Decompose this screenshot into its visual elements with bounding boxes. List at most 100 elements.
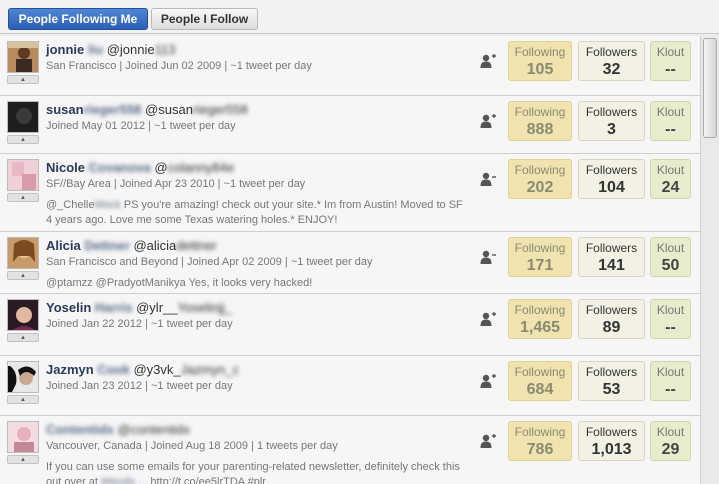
user-name-line: jonnie liu @jonnie113 bbox=[46, 42, 175, 57]
following-label: Following bbox=[514, 425, 566, 439]
following-label: Following bbox=[514, 105, 566, 119]
latest-tweet: @ptamzz @PradyotManikya Yes, it looks ve… bbox=[46, 276, 476, 291]
klout-score-box: Klout -- bbox=[650, 101, 691, 141]
user-name-line: Nicole Covanova @colanny84e bbox=[46, 160, 234, 175]
following-count: 105 bbox=[526, 61, 554, 78]
avatar[interactable] bbox=[7, 361, 39, 393]
user-handle[interactable]: @susan bbox=[145, 102, 193, 117]
avatar-expand-toggle[interactable]: ▲ bbox=[7, 135, 39, 144]
user-handle[interactable]: @y3vk_ bbox=[133, 362, 180, 377]
display-name-blurred: Covanova bbox=[88, 160, 151, 175]
avatar[interactable] bbox=[7, 299, 39, 331]
tweet-text: If you can use some emails for your pare… bbox=[46, 461, 460, 473]
avatar-expand-toggle[interactable]: ▲ bbox=[7, 75, 39, 84]
add-user-icon[interactable] bbox=[479, 373, 497, 389]
add-user-icon[interactable] bbox=[479, 433, 497, 449]
followers-count: 141 bbox=[598, 257, 625, 274]
followers-count: 3 bbox=[607, 121, 616, 138]
display-name[interactable]: Alicia bbox=[46, 238, 81, 253]
avatar[interactable] bbox=[7, 101, 39, 133]
user-row: ▲ Alicia Dettner @aliciadettner San Fran… bbox=[0, 232, 700, 294]
tab-bar: People Following Me People I Follow bbox=[0, 0, 719, 34]
display-name[interactable]: Jazmyn bbox=[46, 362, 94, 377]
klout-label: Klout bbox=[656, 241, 685, 255]
user-name-line: susanrieger558 @susanrieger558 bbox=[46, 102, 248, 117]
following-count: 684 bbox=[526, 381, 554, 398]
avatar-expand-toggle[interactable]: ▲ bbox=[7, 333, 39, 342]
following-count: 171 bbox=[526, 257, 554, 274]
following-label: Following bbox=[514, 241, 566, 255]
tweet-text-blurred: Wendy bbox=[101, 476, 136, 484]
vertical-scrollbar[interactable] bbox=[700, 36, 719, 484]
display-name[interactable]: Yoselin bbox=[46, 300, 91, 315]
following-count-box: Following 171 bbox=[508, 237, 572, 277]
klout-score: -- bbox=[665, 121, 676, 138]
klout-score: 29 bbox=[661, 441, 680, 458]
klout-score-box: Klout -- bbox=[650, 299, 691, 339]
following-count: 786 bbox=[526, 441, 554, 458]
user-handle-blurred: rieger558 bbox=[192, 102, 248, 117]
tab-people-i-follow[interactable]: People I Follow bbox=[151, 8, 258, 30]
klout-score-box: Klout -- bbox=[650, 361, 691, 401]
user-name-line: Contentidx @contentidx bbox=[46, 422, 190, 437]
display-name[interactable]: Nicole bbox=[46, 160, 85, 175]
tweet-link[interactable]: ... http://t.co/ee5lrTDA #plr bbox=[135, 476, 266, 484]
avatar[interactable] bbox=[7, 421, 39, 453]
klout-label: Klout bbox=[656, 105, 685, 119]
add-user-icon[interactable] bbox=[479, 311, 497, 327]
user-handle-blurred: 113 bbox=[154, 42, 176, 57]
tweet-text-line2: 4 years ago. Love me some Texas watering… bbox=[46, 214, 338, 226]
avatar-expand-toggle[interactable]: ▲ bbox=[7, 395, 39, 404]
following-count-box: Following 684 bbox=[508, 361, 572, 401]
user-handle[interactable]: @jonnie bbox=[107, 42, 155, 57]
remove-user-icon[interactable] bbox=[479, 249, 497, 265]
followers-label: Followers bbox=[585, 425, 638, 439]
following-label: Following bbox=[514, 303, 566, 317]
display-name-blurred: Harris bbox=[94, 300, 133, 315]
avatar-expand-toggle[interactable]: ▲ bbox=[7, 193, 39, 202]
klout-score-box: Klout 29 bbox=[650, 421, 691, 461]
followers-count-box: Followers 53 bbox=[578, 361, 645, 401]
followers-count: 89 bbox=[602, 319, 621, 336]
avatar[interactable] bbox=[7, 159, 39, 191]
user-row: ▲ jonnie liu @jonnie113 San Francisco | … bbox=[0, 36, 700, 96]
add-user-icon[interactable] bbox=[479, 53, 497, 69]
klout-label: Klout bbox=[656, 303, 685, 317]
display-name-blurred: Contentidx bbox=[46, 422, 114, 437]
user-handle-blurred: dettner bbox=[176, 238, 217, 253]
klout-label: Klout bbox=[656, 45, 685, 59]
followers-count: 53 bbox=[602, 381, 621, 398]
user-row: ▲ Jazmyn Cook @y3vk_Jazmyn_c Joined Jan … bbox=[0, 356, 700, 416]
user-meta: Vancouver, Canada | Joined Aug 18 2009 |… bbox=[46, 440, 338, 452]
followers-label: Followers bbox=[585, 163, 638, 177]
tweet-mention[interactable]: @_Chelle bbox=[46, 199, 94, 211]
following-count: 888 bbox=[526, 121, 554, 138]
klout-score-box: Klout 24 bbox=[650, 159, 691, 199]
following-count-box: Following 105 bbox=[508, 41, 572, 81]
followers-label: Followers bbox=[585, 241, 638, 255]
followers-label: Followers bbox=[585, 303, 638, 317]
remove-user-icon[interactable] bbox=[479, 171, 497, 187]
avatar-expand-toggle[interactable]: ▲ bbox=[7, 271, 39, 280]
add-user-icon[interactable] bbox=[479, 113, 497, 129]
user-handle[interactable]: @alicia bbox=[133, 238, 176, 253]
scrollbar-thumb[interactable] bbox=[703, 38, 717, 138]
tab-people-following-me[interactable]: People Following Me bbox=[8, 8, 148, 30]
avatar[interactable] bbox=[7, 41, 39, 73]
user-name-line: Alicia Dettner @aliciadettner bbox=[46, 238, 217, 253]
user-handle[interactable]: @ylr__ bbox=[136, 300, 177, 315]
avatar-expand-toggle[interactable]: ▲ bbox=[7, 455, 39, 464]
user-meta: Joined Jan 23 2012 | ~1 tweet per day bbox=[46, 380, 233, 392]
klout-score: -- bbox=[665, 61, 676, 78]
latest-tweet: @_ChelleMock PS you're amazing! check ou… bbox=[46, 198, 476, 228]
display-name[interactable]: susan bbox=[46, 102, 84, 117]
user-handle-blurred: colanny84e bbox=[167, 160, 235, 175]
avatar[interactable] bbox=[7, 237, 39, 269]
user-meta: San Francisco | Joined Jun 02 2009 | ~1 … bbox=[46, 60, 312, 72]
user-handle[interactable]: @ bbox=[154, 160, 167, 175]
followers-count-box: Followers 3 bbox=[578, 101, 645, 141]
followers-label: Followers bbox=[585, 365, 638, 379]
display-name[interactable]: jonnie bbox=[46, 42, 84, 57]
followers-count: 104 bbox=[598, 179, 625, 196]
user-row: ▲ Contentidx @contentidx Vancouver, Cana… bbox=[0, 416, 700, 484]
